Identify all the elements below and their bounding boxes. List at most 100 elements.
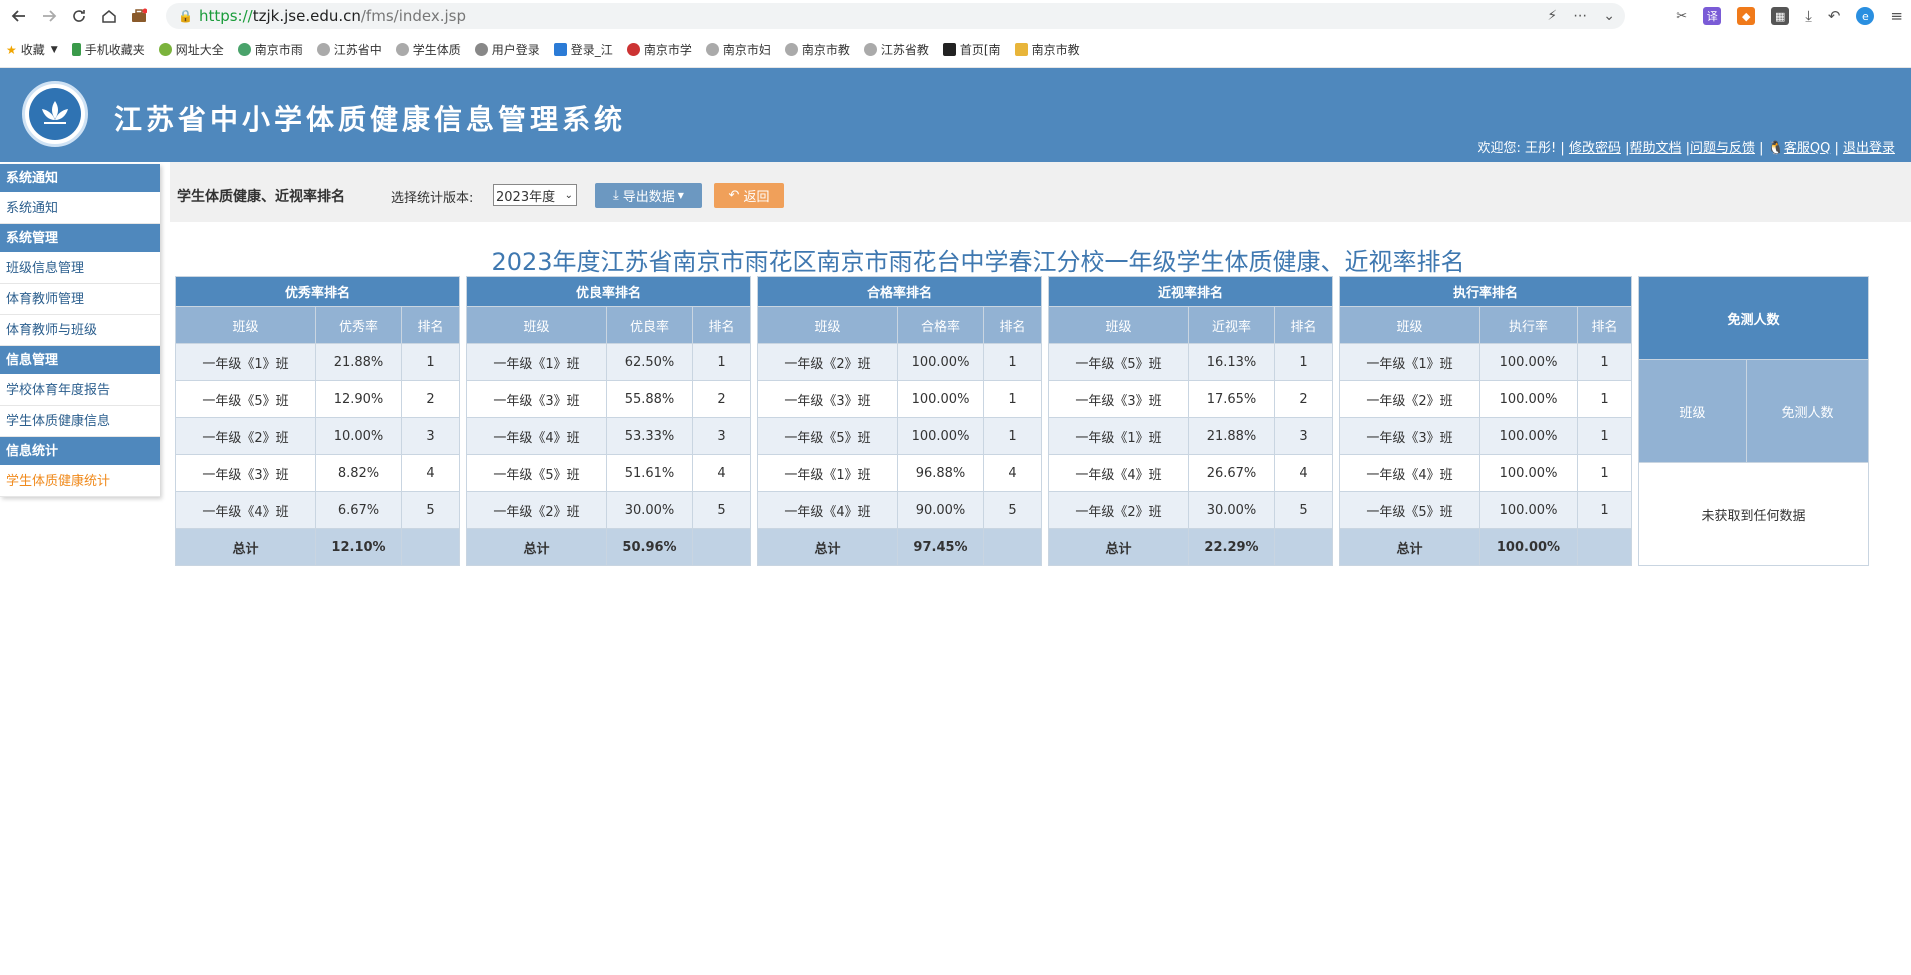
qq-icon: 🐧	[1767, 141, 1784, 156]
total-empty-cell	[1577, 528, 1632, 566]
myopia-rate-table: 近视率排名 班级 近视率 排名 一年级《5》班 16.13% 1 一年级《3》班 17.65% 2…	[1048, 276, 1333, 566]
column-header: 优秀率	[315, 306, 402, 344]
table-cell: 21.88%	[315, 343, 402, 381]
table-cell: 1	[1577, 454, 1632, 492]
forward-arrow-icon[interactable]	[36, 3, 62, 29]
bookmark-item[interactable]: 登录_江	[553, 41, 613, 58]
url-path: /fms/index.jsp	[360, 7, 466, 25]
total-value: 22.29%	[1188, 528, 1275, 566]
menu-icon[interactable]: ≡	[1890, 7, 1903, 25]
bookmark-item[interactable]: 首页[南	[942, 41, 1001, 58]
undo-icon[interactable]: ↶	[1828, 7, 1841, 25]
bookmark-item[interactable]: 南京市雨	[237, 41, 303, 58]
z-icon	[942, 43, 956, 56]
change-password-link[interactable]: 修改密码	[1569, 141, 1621, 156]
sidebar-item-class-info[interactable]: 班级信息管理	[0, 253, 160, 284]
bookmark-item[interactable]: 用户登录	[474, 41, 540, 58]
bookmarks-bar: ★ 收藏 ▼ 手机收藏夹 网址大全 南京市雨 江苏省中 学生体质 用户登录 登录_江…	[0, 32, 1911, 68]
sidebar-item-pe-teacher[interactable]: 体育教师管理	[0, 284, 160, 315]
version-select[interactable]: 2023年度 ⌄	[493, 184, 577, 206]
download-icon[interactable]: ⤓	[1805, 7, 1812, 25]
site-icon	[1014, 43, 1028, 56]
sidebar-item-system-notice[interactable]: 系统通知	[0, 193, 160, 224]
table-cell: 1	[1577, 343, 1632, 381]
table-title: 执行率排名	[1339, 276, 1632, 307]
bookmark-item[interactable]: 网址大全	[158, 41, 224, 58]
school-icon	[626, 43, 640, 56]
back-arrow-icon[interactable]	[6, 3, 32, 29]
column-header: 排名	[401, 306, 460, 344]
sidebar-group-system-manage[interactable]: 系统管理	[0, 224, 160, 253]
browser-logo-icon[interactable]: e	[1856, 7, 1875, 25]
reload-icon[interactable]	[66, 3, 92, 29]
table-cell: 一年级《2》班	[757, 343, 898, 381]
table-title: 近视率排名	[1048, 276, 1333, 307]
scissors-icon[interactable]: ✂	[1676, 9, 1687, 24]
export-data-button[interactable]: ⤓ 导出数据 ▼	[595, 183, 702, 208]
caret-down-icon: ▼	[677, 191, 684, 200]
column-header: 排名	[1274, 306, 1333, 344]
sidebar: 系统通知 系统通知 系统管理 班级信息管理 体育教师管理 体育教师与班级 信息管…	[0, 164, 160, 497]
table-cell: 53.33%	[606, 417, 693, 455]
table-cell: 4	[692, 454, 751, 492]
table-title: 优秀率排名	[175, 276, 460, 307]
bookmark-item[interactable]: 南京市教	[784, 41, 850, 58]
column-header: 执行率	[1479, 306, 1578, 344]
sidebar-item-student-health[interactable]: 学生体质健康信息	[0, 406, 160, 437]
table-cell: 一年级《3》班	[1048, 380, 1189, 418]
bookmark-item[interactable]: 南京市教	[1014, 41, 1080, 58]
back-button[interactable]: ↶ 返回	[714, 183, 784, 208]
table-cell: 1	[1577, 491, 1632, 529]
total-value: 12.10%	[315, 528, 402, 566]
sidebar-group-notice[interactable]: 系统通知	[0, 164, 160, 193]
apps-grid-icon[interactable]: ▦	[1771, 7, 1790, 25]
table-cell: 一年级《5》班	[1048, 343, 1189, 381]
table-cell: 一年级《1》班	[1339, 343, 1480, 381]
column-header: 合格率	[897, 306, 984, 344]
bookmark-item[interactable]: 手机收藏夹	[71, 41, 145, 58]
sidebar-item-annual-report[interactable]: 学校体育年度报告	[0, 375, 160, 406]
help-docs-link[interactable]: 帮助文档	[1629, 141, 1681, 156]
globe-icon	[316, 43, 330, 56]
table-cell: 62.50%	[606, 343, 693, 381]
page-title: 学生体质健康、近视率排名	[177, 189, 345, 205]
game-icon[interactable]: ◆	[1737, 7, 1756, 25]
bookmark-item[interactable]: 南京市学	[626, 41, 692, 58]
table-cell: 一年级《5》班	[175, 380, 316, 418]
customer-service-qq-link[interactable]: 客服QQ	[1784, 141, 1830, 156]
column-header: 近视率	[1188, 306, 1275, 344]
table-cell: 1	[401, 343, 460, 381]
total-label: 总计	[757, 528, 898, 566]
lightning-icon[interactable]: ⚡	[1547, 8, 1557, 24]
bookmark-item[interactable]: 学生体质	[395, 41, 461, 58]
table-row: 一年级《2》班 10.00% 3	[175, 417, 460, 455]
feedback-link[interactable]: 问题与反馈	[1690, 141, 1755, 156]
logout-link[interactable]: 退出登录	[1843, 141, 1895, 156]
sidebar-item-health-statistics[interactable]: 学生体质健康统计	[0, 466, 160, 497]
bookmark-item[interactable]: 江苏省中	[316, 41, 382, 58]
ranking-tables: 优秀率排名 班级 优秀率 排名 一年级《1》班 21.88% 1 一年级《5》班 12.90% 2…	[175, 275, 1869, 566]
app-header: 江苏省中小学体质健康信息管理系统 欢迎您: 王彤! | 修改密码 |帮助文档 |…	[0, 68, 1911, 162]
sidebar-group-statistics[interactable]: 信息统计	[0, 437, 160, 466]
table-cell: 一年级《1》班	[1048, 417, 1189, 455]
total-label: 总计	[1339, 528, 1480, 566]
globe-icon	[705, 43, 719, 56]
bookmark-item[interactable]: 江苏省教	[863, 41, 929, 58]
exempt-count-table: 免测人数 班级 免测人数 未获取到任何数据	[1638, 275, 1869, 566]
home-icon[interactable]	[96, 3, 122, 29]
column-header: 排名	[692, 306, 751, 344]
bookmark-item[interactable]: 南京市妇	[705, 41, 771, 58]
total-row: 总计 97.45%	[757, 528, 1042, 566]
table-cell: 一年级《3》班	[1339, 417, 1480, 455]
address-bar[interactable]: 🔒 https://tzjk.jse.edu.cn/fms/index.jsp …	[166, 3, 1625, 29]
sidebar-group-info-manage[interactable]: 信息管理	[0, 346, 160, 375]
translate-icon[interactable]: 译	[1703, 7, 1722, 25]
sidebar-item-teacher-class[interactable]: 体育教师与班级	[0, 315, 160, 346]
chevron-down-icon[interactable]: ⌄	[1603, 8, 1615, 24]
table-cell: 一年级《4》班	[466, 417, 607, 455]
table-row: 一年级《4》班 53.33% 3	[466, 417, 751, 455]
more-icon[interactable]: ⋯	[1573, 8, 1587, 24]
bookmark-item[interactable]: ★ 收藏 ▼	[6, 41, 58, 58]
briefcase-icon[interactable]	[126, 3, 152, 29]
table-cell: 30.00%	[1188, 491, 1275, 529]
